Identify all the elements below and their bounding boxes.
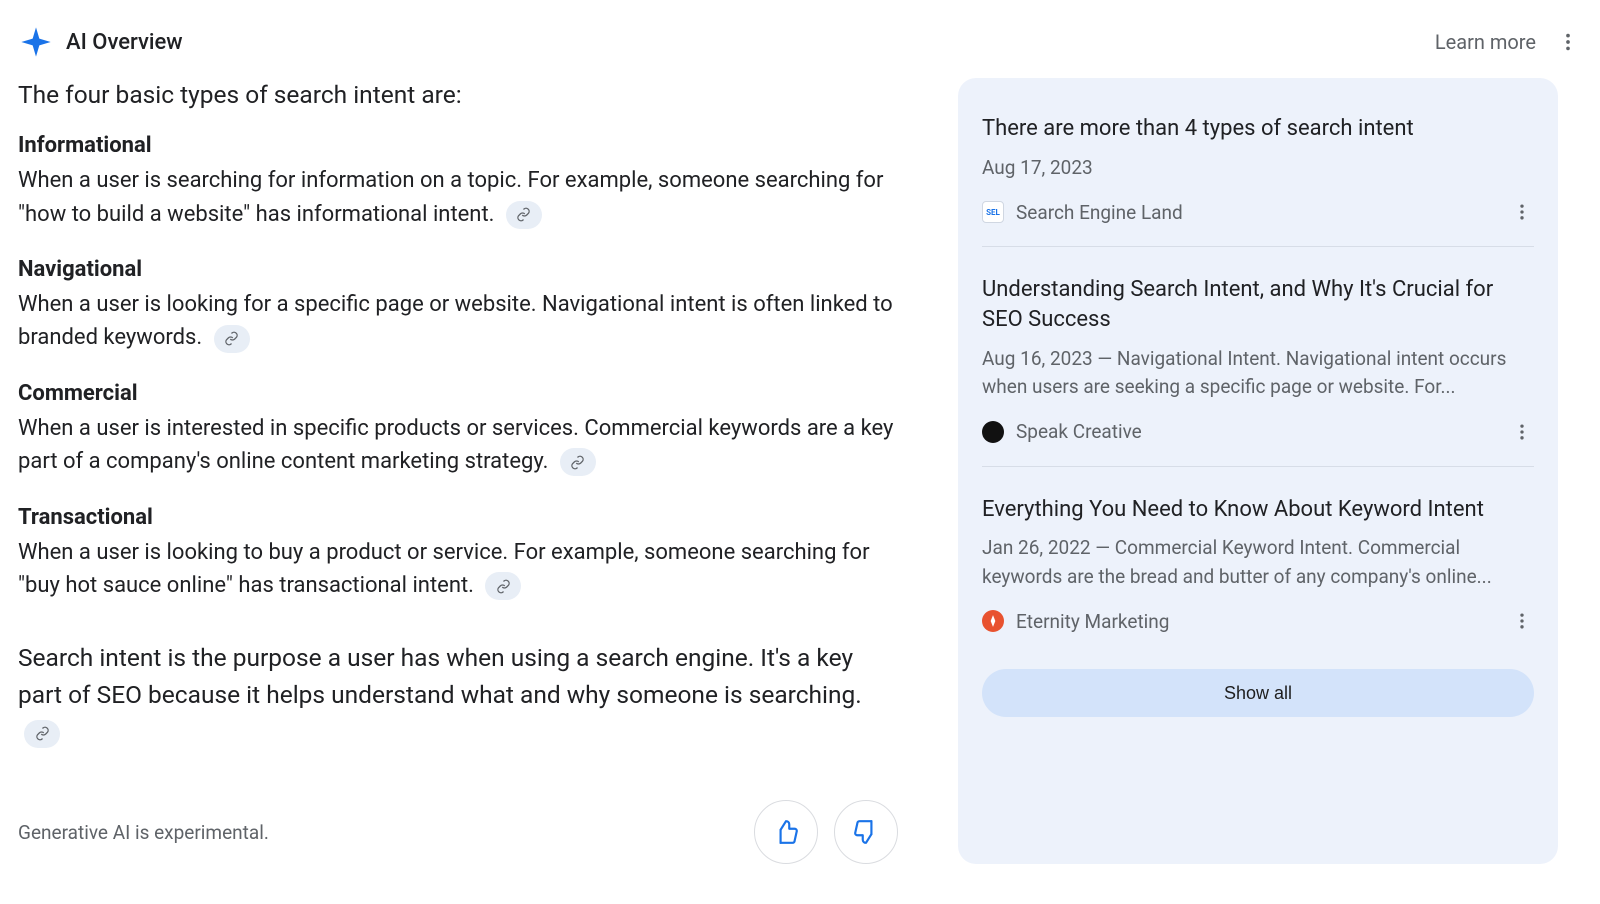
- citations-panel: There are more than 4 types of search in…: [958, 78, 1558, 864]
- citation-source[interactable]: Eternity Marketing: [982, 610, 1169, 633]
- favicon-icon: [982, 421, 1004, 443]
- footer-row: Generative AI is experimental.: [18, 800, 898, 864]
- menu-kebab-icon[interactable]: [1556, 30, 1580, 54]
- outro-text: Search intent is the purpose a user has …: [18, 639, 898, 751]
- thumbs-up-button[interactable]: [754, 800, 818, 864]
- section-heading: Navigational: [18, 257, 898, 282]
- feedback-thumbs: [754, 800, 898, 864]
- citation-title[interactable]: There are more than 4 types of search in…: [982, 114, 1534, 144]
- divider: [982, 466, 1534, 467]
- section-body: When a user is searching for information…: [18, 164, 898, 231]
- section-body-text: When a user is interested in specific pr…: [18, 416, 893, 474]
- favicon-icon: [982, 610, 1004, 632]
- section-heading: Transactional: [18, 505, 898, 530]
- divider: [982, 246, 1534, 247]
- citation-snippet: Aug 16, 2023 — Navigational Intent. Navi…: [982, 345, 1534, 402]
- citation-source[interactable]: Speak Creative: [982, 420, 1142, 443]
- disclaimer-text: Generative AI is experimental.: [18, 821, 269, 844]
- show-all-button[interactable]: Show all: [982, 669, 1534, 717]
- citation-title[interactable]: Everything You Need to Know About Keywor…: [982, 495, 1534, 525]
- section-body: When a user is interested in specific pr…: [18, 412, 898, 479]
- citation-source-name: Search Engine Land: [1016, 201, 1183, 224]
- learn-more-link[interactable]: Learn more: [1435, 30, 1536, 54]
- thumbs-down-button[interactable]: [834, 800, 898, 864]
- citation-link-icon[interactable]: [485, 572, 521, 600]
- citation-snippet: Jan 26, 2022 — Commercial Keyword Intent…: [982, 534, 1534, 591]
- citation-item: Everything You Need to Know About Keywor…: [982, 489, 1534, 656]
- section-body: When a user is looking to buy a product …: [18, 536, 898, 603]
- section-body-text: When a user is looking for a specific pa…: [18, 292, 893, 350]
- citation-item: There are more than 4 types of search in…: [982, 108, 1534, 246]
- citation-menu-icon[interactable]: [1510, 609, 1534, 633]
- intro-text: The four basic types of search intent ar…: [18, 78, 898, 111]
- top-actions: Learn more: [1435, 30, 1580, 54]
- section-heading: Commercial: [18, 381, 898, 406]
- brand: AI Overview: [20, 26, 183, 58]
- citation-title[interactable]: Understanding Search Intent, and Why It'…: [982, 275, 1534, 334]
- citation-menu-icon[interactable]: [1510, 200, 1534, 224]
- overview-title: AI Overview: [66, 30, 183, 55]
- section-body: When a user is looking for a specific pa…: [18, 288, 898, 355]
- citation-menu-icon[interactable]: [1510, 420, 1534, 444]
- citation-source[interactable]: SEL Search Engine Land: [982, 201, 1183, 224]
- overview-content: The four basic types of search intent ar…: [18, 78, 898, 864]
- top-bar: AI Overview Learn more: [18, 18, 1582, 78]
- citation-item: Understanding Search Intent, and Why It'…: [982, 269, 1534, 465]
- ai-sparkle-icon: [20, 26, 52, 58]
- outro-body: Search intent is the purpose a user has …: [18, 643, 862, 709]
- citation-link-icon[interactable]: [24, 720, 60, 748]
- favicon-icon: SEL: [982, 201, 1004, 223]
- citation-source-name: Speak Creative: [1016, 420, 1142, 443]
- citation-link-icon[interactable]: [506, 201, 542, 229]
- section-heading: Informational: [18, 133, 898, 158]
- citation-link-icon[interactable]: [214, 325, 250, 353]
- section-body-text: When a user is looking to buy a product …: [18, 540, 870, 598]
- section-body-text: When a user is searching for information…: [18, 168, 883, 226]
- citation-date: Aug 17, 2023: [982, 154, 1534, 183]
- citation-link-icon[interactable]: [560, 448, 596, 476]
- citation-source-name: Eternity Marketing: [1016, 610, 1169, 633]
